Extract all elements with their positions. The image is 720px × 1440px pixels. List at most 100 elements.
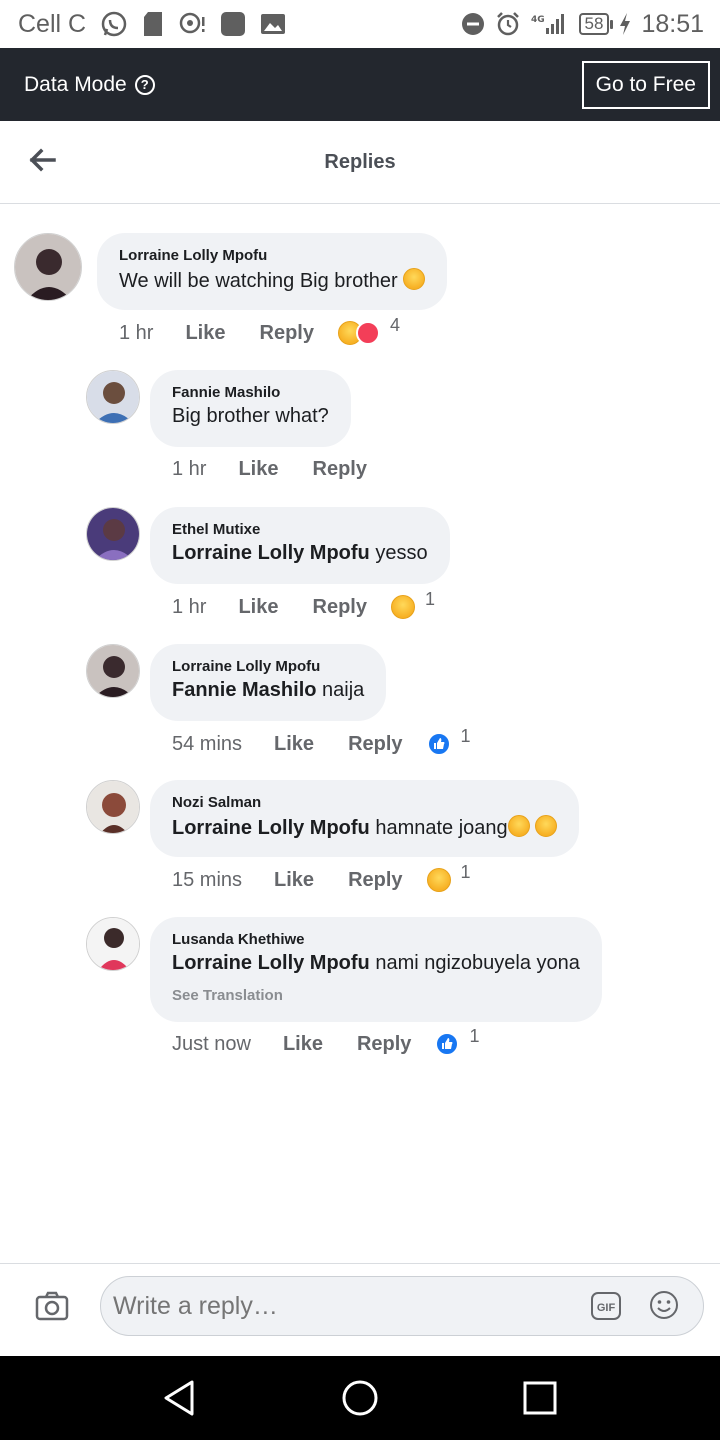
comment-text: We will be watching Big brother	[119, 268, 426, 292]
reactions[interactable]	[435, 1032, 460, 1056]
reply-button[interactable]: Reply	[313, 458, 367, 481]
page-title: Replies	[324, 150, 396, 173]
reactions[interactable]	[426, 732, 451, 756]
reaction-count: 1	[460, 861, 471, 882]
battery-indicator: 58	[578, 13, 614, 35]
comment-time: 1 hr	[119, 321, 154, 344]
gif-icon[interactable]: GIF	[590, 1290, 622, 1322]
avatar[interactable]	[14, 233, 82, 301]
mention-link[interactable]: Lorraine Lolly Mpofu	[172, 952, 370, 974]
sd-card-icon	[142, 11, 164, 37]
comment-meta: Just now Like Reply 1	[172, 1026, 479, 1056]
data-mode-label: Data Mode	[24, 72, 127, 96]
svg-text:GIF: GIF	[597, 1302, 616, 1314]
like-button[interactable]: Like	[238, 458, 278, 481]
mention-link[interactable]: Lorraine Lolly Mpofu	[172, 542, 370, 564]
reply-button[interactable]: Reply	[348, 869, 402, 892]
hotspot-icon	[178, 11, 206, 37]
comment-bubble[interactable]: Fannie Mashilo Big brother what?	[150, 370, 351, 447]
see-translation-link[interactable]: See Translation	[172, 987, 580, 1004]
laughing-emoji-icon	[507, 815, 530, 837]
comment-author[interactable]: Lusanda Khethiwe	[172, 931, 580, 948]
alarm-icon	[495, 11, 521, 37]
status-bar: Cell C 4G 58 18:51	[0, 0, 720, 48]
comment-bubble[interactable]: Lusanda Khethiwe Lorraine Lolly Mpofu na…	[150, 917, 602, 1022]
avatar[interactable]	[86, 780, 140, 834]
emoji-picker-icon[interactable]	[648, 1289, 680, 1321]
like-reaction-icon	[426, 732, 451, 756]
go-to-free-button[interactable]: Go to Free	[581, 60, 710, 109]
comment-author[interactable]: Ethel Mutixe	[172, 521, 428, 538]
comment-author[interactable]: Nozi Salman	[172, 794, 557, 811]
whatsapp-icon	[100, 10, 128, 38]
reaction-count: 1	[469, 1025, 480, 1046]
comment-time: 1 hr	[172, 458, 207, 480]
comment-bubble[interactable]: Ethel Mutixe Lorraine Lolly Mpofu yesso	[150, 507, 450, 584]
comment-time: Just now	[172, 1032, 251, 1055]
reply-button[interactable]: Reply	[260, 322, 314, 345]
comment-meta: 1 hr Like Reply 1	[172, 589, 435, 619]
comment-bubble[interactable]: Nozi Salman Lorraine Lolly Mpofu hamnate…	[150, 780, 580, 857]
laughing-emoji-icon	[403, 268, 426, 290]
haha-reaction-icon	[426, 868, 451, 892]
dnd-icon	[461, 12, 485, 36]
avatar[interactable]	[86, 507, 140, 561]
comment-text: Fannie Mashilo naija	[172, 679, 365, 701]
reply-button[interactable]: Reply	[348, 733, 402, 756]
haha-reaction-icon	[390, 595, 415, 619]
comment-author[interactable]: Lorraine Lolly Mpofu	[172, 658, 364, 675]
avatar[interactable]	[86, 917, 140, 971]
comment-bubble[interactable]: Lorraine Lolly Mpofu Fannie Mashilo naij…	[150, 644, 387, 721]
gallery-icon	[260, 12, 286, 36]
signal-icon: 4G	[531, 12, 569, 36]
comment-text: Big brother what?	[172, 405, 329, 427]
reaction-count: 4	[389, 314, 400, 335]
comment-meta: 1 hr Like Reply 4	[119, 315, 400, 345]
comment-bubble[interactable]: Lorraine Lolly Mpofu We will be watching…	[97, 233, 448, 310]
mention-link[interactable]: Fannie Mashilo	[172, 679, 316, 701]
back-nav-icon[interactable]	[160, 1378, 200, 1418]
comment-time: 15 mins	[172, 868, 243, 891]
mention-link[interactable]: Lorraine Lolly Mpofu	[172, 817, 370, 839]
reactions[interactable]	[426, 868, 451, 892]
reply-button[interactable]: Reply	[357, 1033, 411, 1056]
avatar[interactable]	[86, 370, 140, 424]
reactions[interactable]	[390, 595, 415, 619]
page-header: Replies	[0, 121, 720, 204]
reaction-count: 1	[424, 588, 435, 609]
like-button[interactable]: Like	[283, 1033, 323, 1056]
like-button[interactable]: Like	[274, 869, 314, 892]
comment-meta: 15 mins Like Reply 1	[172, 862, 471, 892]
like-button[interactable]: Like	[238, 596, 278, 619]
page: Cell C 4G 58 18:51 Data Mode ? Go to Fre…	[0, 0, 720, 1440]
carrier-label: Cell C	[18, 9, 87, 38]
clock: 18:51	[641, 9, 704, 38]
comment-author[interactable]: Fannie Mashilo	[172, 384, 329, 401]
comment-author[interactable]: Lorraine Lolly Mpofu	[119, 247, 425, 264]
comment-meta: 1 hr Like Reply	[172, 458, 401, 481]
love-reaction-icon	[355, 321, 380, 345]
data-mode-bar: Data Mode ? Go to Free	[0, 48, 720, 121]
comment-time: 1 hr	[172, 595, 207, 618]
reactions[interactable]	[337, 321, 380, 345]
reply-button[interactable]: Reply	[313, 596, 367, 619]
reaction-count: 1	[460, 725, 471, 746]
charging-icon	[619, 13, 631, 35]
avatar[interactable]	[86, 644, 140, 698]
comment-text: Lorraine Lolly Mpofu nami ngizobuyela yo…	[172, 952, 580, 974]
like-button[interactable]: Like	[274, 733, 314, 756]
svg-text:4G: 4G	[531, 15, 545, 25]
comment-meta: 54 mins Like Reply 1	[172, 726, 471, 756]
camera-icon[interactable]	[34, 1288, 70, 1324]
like-button[interactable]: Like	[185, 322, 225, 345]
comment-text: Lorraine Lolly Mpofu yesso	[172, 542, 428, 564]
recents-nav-icon[interactable]	[520, 1378, 560, 1418]
home-nav-icon[interactable]	[340, 1378, 380, 1418]
help-icon[interactable]: ?	[134, 74, 155, 95]
comment-time: 54 mins	[172, 732, 243, 755]
reply-composer: GIF	[0, 1263, 720, 1356]
back-arrow-icon[interactable]	[28, 145, 58, 175]
like-reaction-icon	[435, 1032, 460, 1056]
laughing-emoji-icon	[535, 815, 558, 837]
system-nav-bar	[0, 1356, 720, 1440]
